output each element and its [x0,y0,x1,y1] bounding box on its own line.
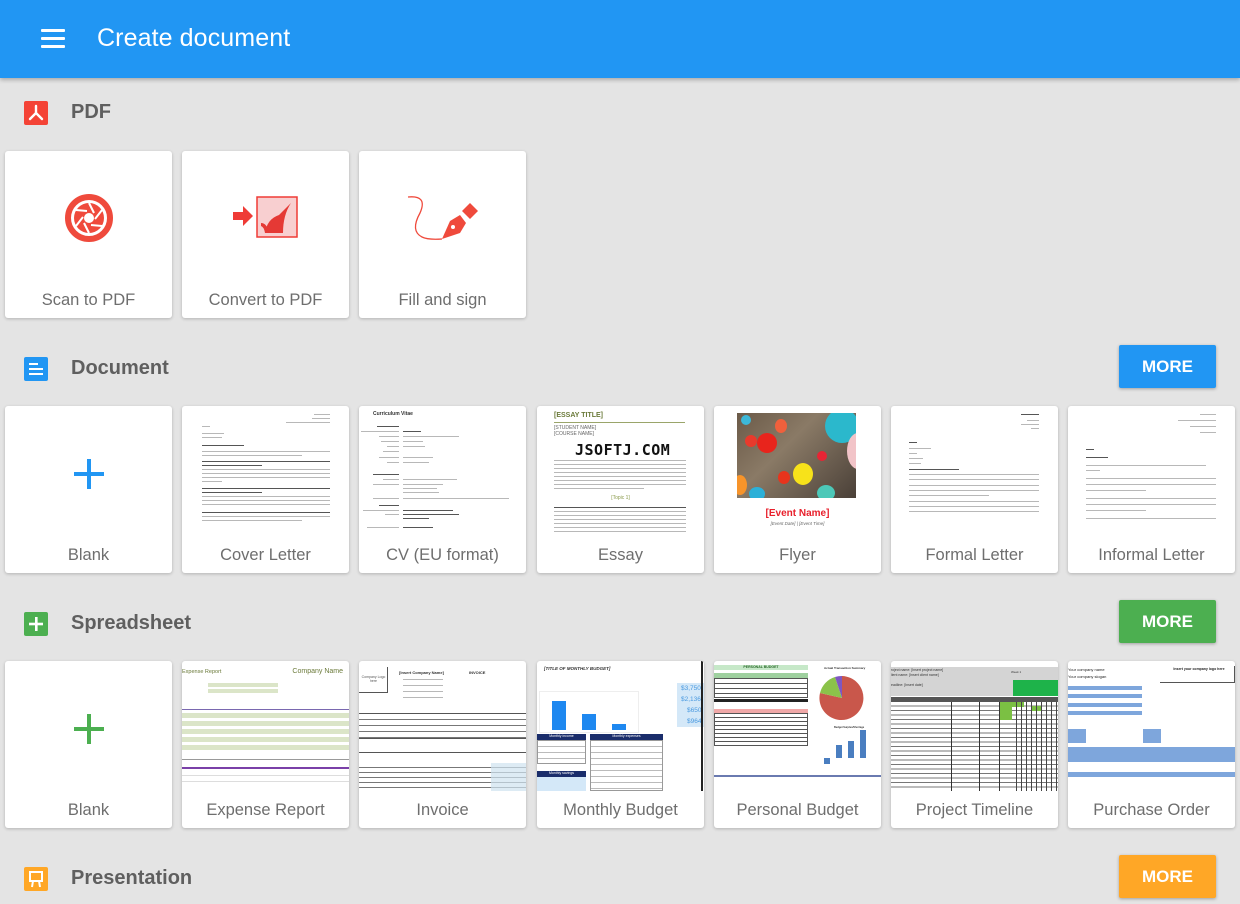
purchase-order-thumbnail: Your company name Your company slogan In… [1068,661,1235,791]
timeline-thumb-line: lient name: [Insert client name] [891,673,939,677]
card-label: Convert to PDF [208,291,323,309]
card-label: Personal Budget [736,801,859,819]
document-more-button[interactable]: MORE [1119,345,1216,388]
card-expense-report[interactable]: Expense Report Company Name Expense Repo… [182,661,349,828]
flyer-photo [737,413,856,498]
watermark-text: JSOFTJ.COM [575,441,671,459]
card-blank-spreadsheet[interactable]: Blank [5,661,172,828]
po-thumb-slogan: Your company slogan [1068,674,1107,679]
card-flyer[interactable]: [Event Name] [Event Date] | [Event Time]… [714,406,881,573]
cv-thumbnail: Curriculum Vitae [359,406,526,536]
presentation-icon [24,867,48,891]
monthly-thumb-value: $964 [687,718,702,725]
card-informal-letter[interactable]: Informal Letter [1068,406,1235,573]
card-label: Flyer [779,546,816,564]
monthly-thumb-value: $2,136 [681,696,701,703]
cv-thumb-title: Curriculum Vitae [373,411,413,417]
plus-icon [74,459,104,489]
card-label: Fill and sign [398,291,487,309]
card-label: Invoice [416,801,469,819]
card-fill-and-sign[interactable]: Fill and sign [359,151,526,318]
project-timeline-thumbnail: roject name: [Insert project name] lient… [891,661,1058,791]
section-title-presentation: Presentation [71,867,193,889]
pdf-icon [24,101,48,125]
card-label: Expense Report [206,801,325,819]
app-bar: Create document [0,0,1240,78]
invoice-thumbnail: Company Logo here [Insert Company Name] … [359,661,526,791]
section-title-pdf: PDF [71,101,111,123]
section-presentation-header: Presentation MORE [0,854,1240,904]
po-thumb-logo: Insert your company logo here [1173,667,1225,671]
card-project-timeline[interactable]: roject name: [Insert project name] lient… [891,661,1058,828]
invoice-thumb-label: INVOICE [469,670,486,675]
expense-thumb-title: Expense Report [182,669,222,675]
pen-signature-icon [359,151,526,281]
spreadsheet-more-button[interactable]: MORE [1119,600,1216,643]
cover-letter-thumbnail [182,406,349,536]
hamburger-menu-icon[interactable] [41,29,65,48]
card-label: Essay [598,546,643,564]
essay-thumbnail: [ESSAY TITLE] [STUDENT NAME] [COURSE NAM… [537,406,704,536]
invoice-thumb-logo: Company Logo here [361,675,386,684]
essay-thumb-course: [COURSE NAME] [554,431,595,437]
monthly-budget-thumbnail: [TITLE OF MONTHLY BUDGET] $3,750 $2,136 … [537,661,704,791]
card-cv-eu-format[interactable]: Curriculum Vitae CV (EU format) [359,406,526,573]
expense-thumb-company: Company Name [292,668,343,675]
convert-to-pdf-icon [182,151,349,281]
document-icon [24,357,48,381]
po-thumb-company: Your company name [1068,667,1105,672]
card-purchase-order[interactable]: Your company name Your company slogan In… [1068,661,1235,828]
card-label: Project Timeline [915,801,1034,819]
personal-thumb-chart1: Actual Transaction Summary [824,666,866,670]
card-label: Purchase Order [1093,801,1210,819]
camera-shutter-icon [5,151,172,281]
timeline-thumb-line: eadline: [Insert date] [891,683,923,687]
essay-thumb-title: [ESSAY TITLE] [554,412,604,419]
card-label: Informal Letter [1098,546,1205,564]
card-label: Formal Letter [925,546,1024,564]
card-personal-budget[interactable]: PERSONAL BUDGET Actual Transaction Summa… [714,661,881,828]
page-title: Create document [97,24,291,52]
personal-budget-thumbnail: PERSONAL BUDGET Actual Transaction Summa… [714,661,881,791]
card-cover-letter[interactable]: Cover Letter [182,406,349,573]
informal-letter-thumbnail [1068,406,1235,536]
section-spreadsheet-header: Spreadsheet MORE [0,599,1240,649]
card-label: Scan to PDF [41,291,136,309]
card-formal-letter[interactable]: Formal Letter [891,406,1058,573]
formal-letter-thumbnail [891,406,1058,536]
invoice-thumb-company: [Insert Company Name] [399,670,444,675]
card-label: CV (EU format) [386,546,499,564]
personal-thumb-title: PERSONAL BUDGET [714,665,808,670]
card-blank-document[interactable]: Blank [5,406,172,573]
monthly-thumb-title: [TITLE OF MONTHLY BUDGET] [544,666,611,671]
monthly-thumb-value: $650 [687,707,702,714]
section-title-document: Document [71,357,169,379]
presentation-more-button[interactable]: MORE [1119,855,1216,898]
card-label: Cover Letter [220,546,311,564]
plus-icon [74,714,104,744]
section-pdf-header: PDF [0,88,1240,138]
pie-chart [819,675,864,720]
essay-thumb-topic: [Topic 1] [611,495,630,501]
flyer-thumbnail: [Event Name] [Event Date] | [Event Time] [714,406,881,536]
card-label: Blank [67,801,110,819]
section-title-spreadsheet: Spreadsheet [71,612,192,634]
section-document-header: Document MORE [0,344,1240,394]
spreadsheet-icon [24,612,48,636]
card-essay[interactable]: [ESSAY TITLE] [STUDENT NAME] [COURSE NAM… [537,406,704,573]
flyer-thumb-title: [Event Name] [765,508,830,519]
card-scan-to-pdf[interactable]: Scan to PDF [5,151,172,318]
timeline-thumb-week: Week 1 [1011,670,1022,674]
card-monthly-budget[interactable]: [TITLE OF MONTHLY BUDGET] $3,750 $2,136 … [537,661,704,828]
flyer-thumb-sub: [Event Date] | [Event Time] [770,521,825,526]
timeline-thumb-line: roject name: [Insert project name] [891,668,944,672]
personal-thumb-chart2: Budget Surplus/Shortage [834,726,865,729]
card-label: Blank [67,546,110,564]
card-label: Monthly Budget [563,801,678,819]
card-invoice[interactable]: Company Logo here [Insert Company Name] … [359,661,526,828]
expense-report-thumbnail: Expense Report Company Name [182,661,349,791]
card-convert-to-pdf[interactable]: Convert to PDF [182,151,349,318]
monthly-thumb-value: $3,750 [681,685,701,692]
